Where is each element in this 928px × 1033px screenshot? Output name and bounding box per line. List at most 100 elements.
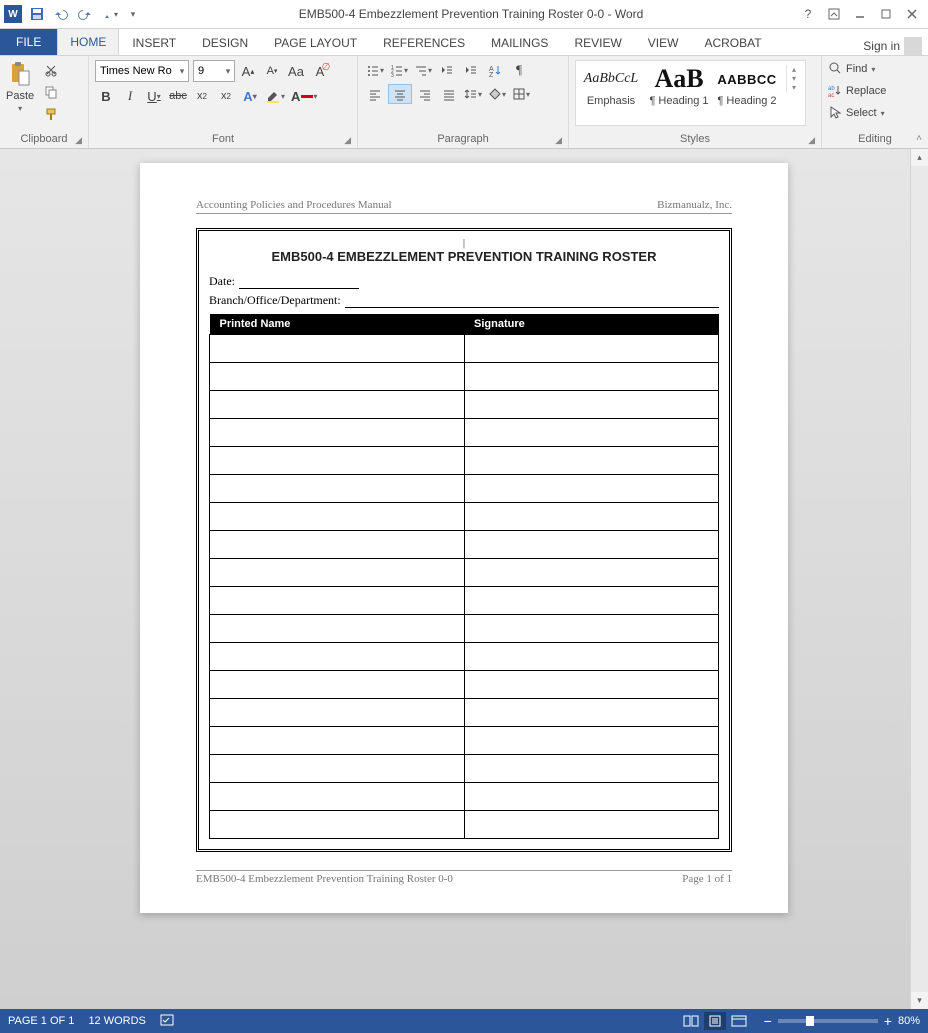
style-heading-1[interactable]: AaB ¶ Heading 1 <box>648 65 710 107</box>
justify-icon[interactable] <box>438 84 460 104</box>
tab-design[interactable]: DESIGN <box>189 29 261 55</box>
format-painter-icon[interactable] <box>40 104 62 124</box>
tab-acrobat[interactable]: ACROBAT <box>691 29 774 55</box>
font-color-button[interactable]: A▾ <box>289 86 319 106</box>
shrink-font-button[interactable]: A▾ <box>261 61 283 81</box>
tab-view[interactable]: VIEW <box>635 29 692 55</box>
align-left-icon[interactable] <box>364 84 386 104</box>
paste-button[interactable]: Paste ▾ <box>6 60 34 113</box>
text-effects-button[interactable]: A▾ <box>239 86 261 106</box>
bullets-icon[interactable]: ▾ <box>364 60 386 80</box>
tab-insert[interactable]: INSERT <box>119 29 189 55</box>
zoom-percent[interactable]: 80% <box>898 1015 920 1027</box>
numbering-icon[interactable]: 123▾ <box>388 60 410 80</box>
scroll-up-icon[interactable]: ▴ <box>911 149 928 166</box>
chevron-up-icon[interactable]: ▴ <box>787 65 801 74</box>
multilevel-icon[interactable]: ▾ <box>412 60 434 80</box>
scroll-track[interactable] <box>911 166 928 992</box>
font-name-combo[interactable]: ▾ <box>95 60 189 82</box>
close-icon[interactable] <box>904 6 920 22</box>
tab-references[interactable]: REFERENCES <box>370 29 478 55</box>
dialog-launcher-icon[interactable]: ◢ <box>808 135 815 146</box>
document-area[interactable]: Accounting Policies and Procedures Manua… <box>0 149 928 1009</box>
maximize-icon[interactable] <box>878 6 894 22</box>
file-tab[interactable]: FILE <box>0 29 57 55</box>
style-heading-2[interactable]: AABBCC ¶ Heading 2 <box>716 65 778 107</box>
print-layout-icon[interactable] <box>704 1012 726 1030</box>
show-marks-button[interactable]: ¶ <box>508 60 530 80</box>
chevron-down-icon[interactable]: ▾ <box>787 74 801 83</box>
tab-home[interactable]: HOME <box>57 28 119 55</box>
zoom-slider[interactable] <box>778 1019 878 1023</box>
clear-formatting-icon[interactable]: A∅ <box>309 61 331 81</box>
underline-button[interactable]: U▾ <box>143 86 165 106</box>
save-icon[interactable] <box>28 5 46 23</box>
read-mode-icon[interactable] <box>680 1012 702 1030</box>
style-name: ¶ Heading 1 <box>648 95 710 107</box>
table-row <box>210 391 719 419</box>
sign-in[interactable]: Sign in <box>857 37 928 55</box>
zoom-in-button[interactable]: + <box>884 1013 892 1029</box>
zoom-out-button[interactable]: − <box>764 1013 772 1029</box>
table-row <box>210 363 719 391</box>
tab-mailings[interactable]: MAILINGS <box>478 29 561 55</box>
chevron-down-icon[interactable]: ▾ <box>222 66 234 77</box>
tab-review[interactable]: REVIEW <box>561 29 634 55</box>
italic-button[interactable]: I <box>119 86 141 106</box>
decrease-indent-icon[interactable] <box>436 60 458 80</box>
scroll-down-icon[interactable]: ▾ <box>911 992 928 1009</box>
word-count[interactable]: 12 WORDS <box>88 1015 145 1027</box>
window-controls: ? <box>800 6 928 22</box>
align-right-icon[interactable] <box>414 84 436 104</box>
align-center-icon[interactable] <box>388 84 412 104</box>
find-button[interactable]: Find ▾ <box>828 60 886 78</box>
gallery-scroll[interactable]: ▴ ▾ ▾ <box>786 65 801 92</box>
footer-left: EMB500-4 Embezzlement Prevention Trainin… <box>196 873 453 885</box>
touch-mode-icon[interactable]: ▾ <box>100 5 118 23</box>
ribbon-display-options-icon[interactable] <box>826 6 842 22</box>
undo-icon[interactable] <box>52 5 70 23</box>
dialog-launcher-icon[interactable]: ◢ <box>75 135 82 146</box>
customize-qat-icon[interactable]: ▾ <box>124 5 142 23</box>
collapse-ribbon-icon[interactable]: ˄ <box>916 133 922 144</box>
web-layout-icon[interactable] <box>728 1012 750 1030</box>
tab-page-layout[interactable]: PAGE LAYOUT <box>261 29 370 55</box>
page-indicator[interactable]: PAGE 1 OF 1 <box>8 1015 74 1027</box>
style-emphasis[interactable]: AaBbCcL Emphasis <box>580 65 642 107</box>
more-icon[interactable]: ▾ <box>787 83 801 92</box>
page[interactable]: Accounting Policies and Procedures Manua… <box>140 163 788 913</box>
sort-icon[interactable]: AZ <box>484 60 506 80</box>
font-size-combo[interactable]: ▾ <box>193 60 235 82</box>
help-icon[interactable]: ? <box>800 6 816 22</box>
copy-icon[interactable] <box>40 82 62 102</box>
styles-gallery[interactable]: AaBbCcL Emphasis AaB ¶ Heading 1 AABBCC … <box>575 60 806 126</box>
table-row <box>210 671 719 699</box>
cell-signature <box>464 419 719 447</box>
font-size-input[interactable] <box>194 62 222 80</box>
replace-button[interactable]: abac Replace <box>828 82 886 100</box>
grow-font-button[interactable]: A▴ <box>237 61 259 81</box>
strikethrough-button[interactable]: abc <box>167 86 189 106</box>
highlight-icon[interactable]: ▾ <box>263 86 287 106</box>
zoom-thumb[interactable] <box>806 1016 814 1026</box>
change-case-button[interactable]: Aa <box>285 61 307 81</box>
proofing-icon[interactable] <box>160 1013 176 1030</box>
superscript-button[interactable]: x2 <box>215 86 237 106</box>
ribbon-tabs: FILE HOME INSERT DESIGN PAGE LAYOUT REFE… <box>0 29 928 55</box>
vertical-scrollbar[interactable]: ▴ ▾ <box>910 149 928 1009</box>
dialog-launcher-icon[interactable]: ◢ <box>344 135 351 146</box>
font-name-input[interactable] <box>96 62 176 80</box>
select-button[interactable]: Select ▾ <box>828 104 886 122</box>
bold-button[interactable]: B <box>95 86 117 106</box>
line-spacing-icon[interactable]: ▾ <box>462 84 484 104</box>
borders-icon[interactable]: ▾ <box>510 84 532 104</box>
dialog-launcher-icon[interactable]: ◢ <box>555 135 562 146</box>
cut-icon[interactable] <box>40 60 62 80</box>
increase-indent-icon[interactable] <box>460 60 482 80</box>
redo-icon[interactable] <box>76 5 94 23</box>
shading-icon[interactable]: ▾ <box>486 84 508 104</box>
minimize-icon[interactable] <box>852 6 868 22</box>
table-row <box>210 699 719 727</box>
chevron-down-icon[interactable]: ▾ <box>176 66 188 77</box>
subscript-button[interactable]: x2 <box>191 86 213 106</box>
